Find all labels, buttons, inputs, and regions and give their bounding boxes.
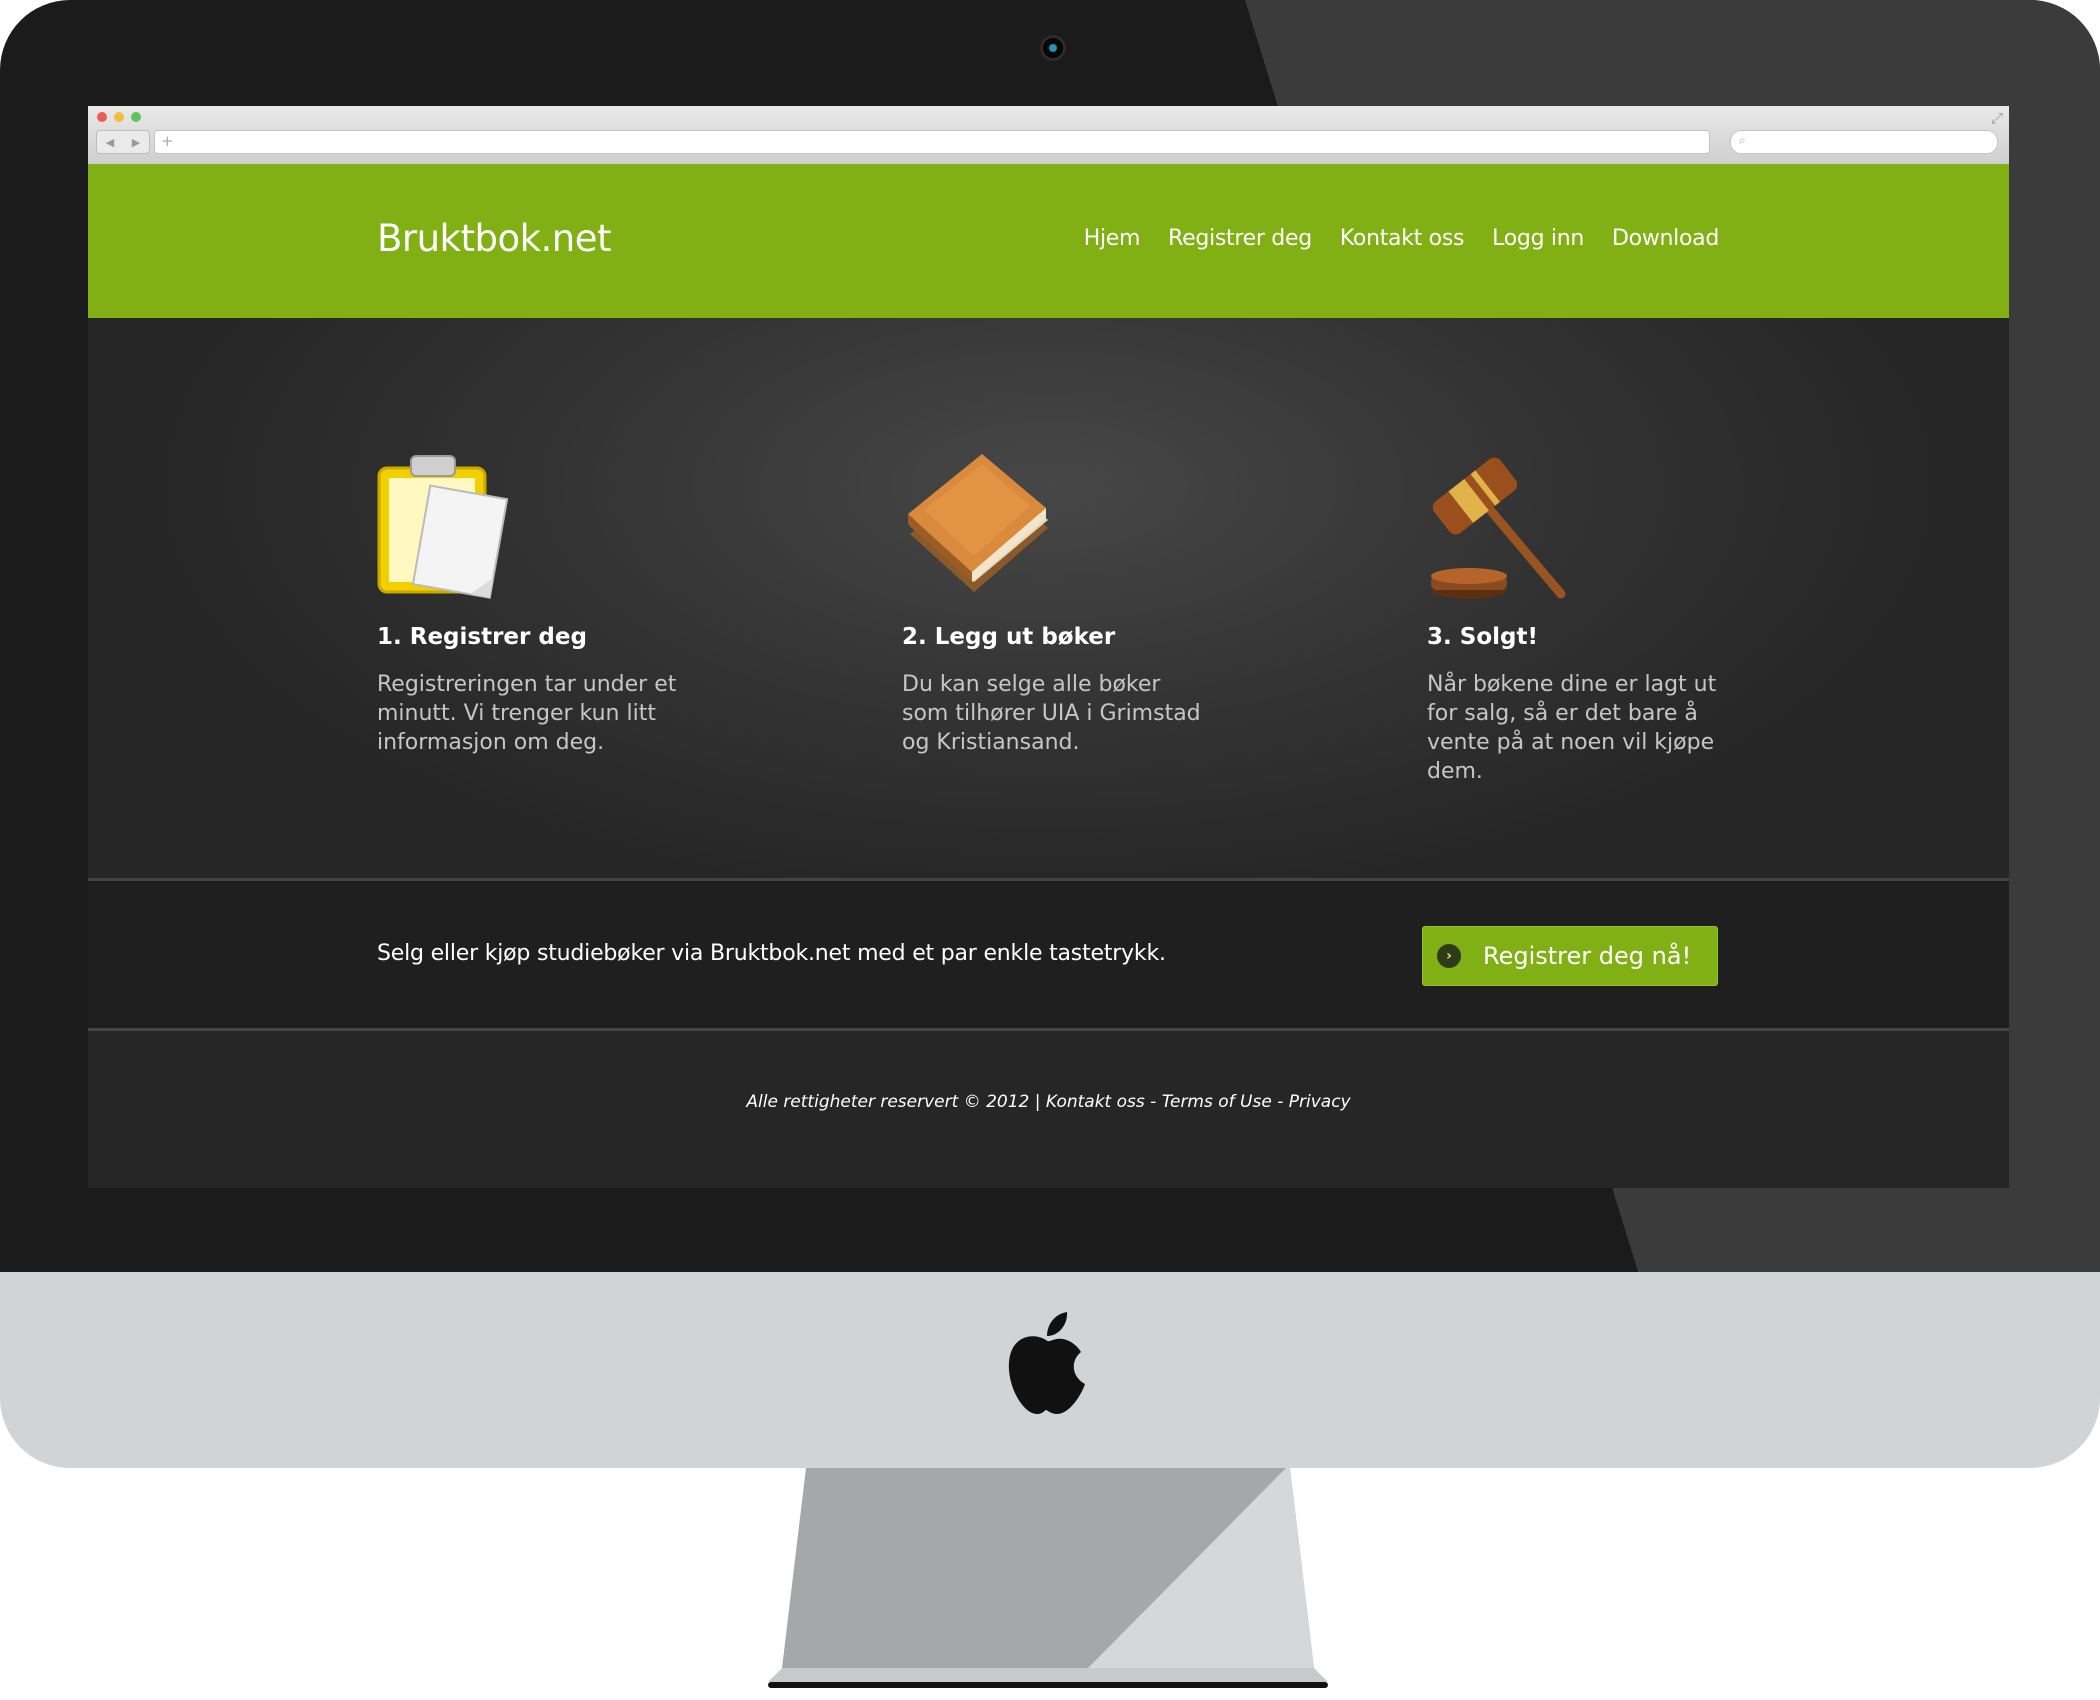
chevron-right-icon: ›: [1437, 944, 1461, 968]
footer-link-terms[interactable]: Terms of Use: [1162, 1092, 1272, 1112]
forward-arrow-icon[interactable]: ▶: [132, 136, 140, 149]
footer-separator: -: [1144, 1092, 1162, 1112]
site-header: Bruktbok.net Hjem Registrer deg Kontakt …: [88, 164, 2009, 318]
main-nav: Hjem Registrer deg Kontakt oss Logg inn …: [1084, 226, 1720, 251]
nav-link-hjem[interactable]: Hjem: [1084, 226, 1141, 251]
browser-window: ◀ ▶ + ⌕ ⤢ Bruktbok.net Hjem Registrer de…: [88, 106, 2009, 1188]
register-now-button[interactable]: › Registrer deg nå!: [1422, 926, 1718, 986]
new-tab-plus-icon[interactable]: +: [161, 132, 174, 150]
call-to-action-band: Selg eller kjøp studiebøker via Bruktbok…: [88, 881, 2009, 1028]
webcam-icon: [1040, 35, 1066, 61]
nav-link-logg-inn[interactable]: Logg inn: [1492, 226, 1584, 251]
back-forward-buttons[interactable]: ◀ ▶: [96, 130, 150, 154]
clipboard-icon: [377, 455, 509, 599]
browser-search-field[interactable]: ⌕: [1730, 130, 1998, 154]
cta-text: Selg eller kjøp studiebøker via Bruktbok…: [377, 941, 1166, 966]
step-text: Registreringen tar under et minutt. Vi t…: [377, 672, 677, 755]
books-icon: [908, 454, 1048, 592]
steps-section: 1. Registrer deg Registreringen tar unde…: [88, 318, 2009, 878]
browser-toolbar: ◀ ▶ + ⌕ ⤢: [88, 106, 2009, 165]
register-now-label: Registrer deg nå!: [1483, 942, 1692, 970]
back-arrow-icon[interactable]: ◀: [106, 136, 114, 149]
footer-link-privacy[interactable]: Privacy: [1289, 1092, 1351, 1112]
footer-link-kontakt[interactable]: Kontakt oss: [1046, 1092, 1145, 1112]
step-title: 1. Registrer deg: [377, 624, 587, 650]
footer-separator: -: [1271, 1092, 1289, 1112]
fullscreen-icon[interactable]: ⤢: [1991, 109, 2003, 127]
footer-links: Alle rettigheter reservert © 2012 | Kont…: [88, 1092, 2009, 1112]
maximize-window-button[interactable]: [131, 112, 141, 122]
nav-link-registrer[interactable]: Registrer deg: [1168, 226, 1312, 251]
step-title: 3. Solgt!: [1427, 624, 1538, 650]
monitor-stand: [768, 1468, 1328, 1688]
site-logo[interactable]: Bruktbok.net: [377, 217, 612, 260]
site-footer: Alle rettigheter reservert © 2012 | Kont…: [88, 1031, 2009, 1188]
copyright-text: Alle rettigheter reservert © 2012 |: [746, 1092, 1046, 1112]
apple-logo-icon: [1008, 1312, 1085, 1414]
gavel-icon: [1431, 457, 1566, 599]
search-icon: ⌕: [1739, 133, 1746, 147]
monitor-bezel: ◀ ▶ + ⌕ ⤢ Bruktbok.net Hjem Registrer de…: [0, 0, 2100, 1272]
minimize-window-button[interactable]: [114, 112, 124, 122]
step-text: Når bøkene dine er lagt ut for salg, så …: [1427, 672, 1717, 784]
step-title: 2. Legg ut bøker: [902, 624, 1116, 650]
nav-link-kontakt[interactable]: Kontakt oss: [1340, 226, 1465, 251]
address-bar[interactable]: +: [154, 130, 1710, 154]
nav-link-download[interactable]: Download: [1612, 226, 1719, 251]
step-text: Du kan selge alle bøker som tilhører UIA…: [902, 672, 1201, 755]
close-window-button[interactable]: [97, 112, 107, 122]
